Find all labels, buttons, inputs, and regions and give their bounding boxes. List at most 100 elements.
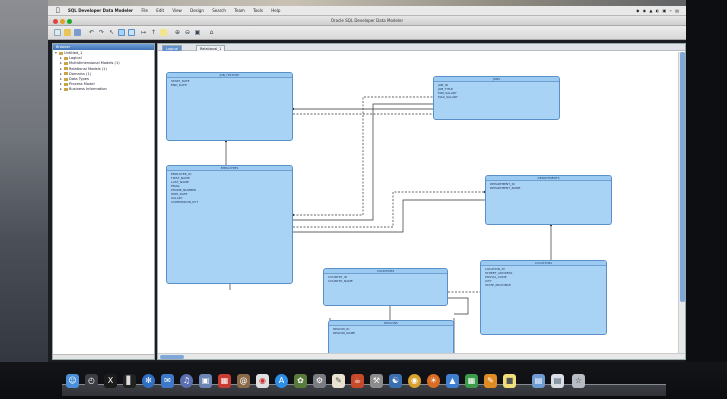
menu-file[interactable]: File xyxy=(141,8,148,13)
tree-item-label: Process Model xyxy=(69,82,95,87)
entity-attribute: DEPARTMENT_NAME xyxy=(490,186,521,190)
entity-locations[interactable]: LOCATIONS LOCATION_ID STREET_ADDRESS POS… xyxy=(480,260,607,335)
mac-dock: ☺ ◴ X ▋ ✻ ✉ ♫ ▣ ▦ @ ◉ A ✿ ⚙ ✎ ☕ ⚒ ☯ ◉ ☀ … xyxy=(62,372,666,396)
menubar-menus: SQL Developer Data Modeler File Edit Vie… xyxy=(68,6,287,16)
tab-logical[interactable]: Logical xyxy=(162,45,183,51)
safari-icon[interactable]: ✻ xyxy=(142,374,155,388)
folder-icon xyxy=(64,67,68,71)
x11-icon[interactable]: X xyxy=(104,374,117,388)
itunes-icon[interactable]: ♫ xyxy=(180,374,193,388)
window-title: Oracle SQL Developer Data Modeler xyxy=(330,18,404,23)
diagram-pane: Logical Relational_1 JOB_HISTORY START_D… xyxy=(157,43,686,360)
preview-icon[interactable]: ▣ xyxy=(199,374,212,388)
entity-attributes: DEPARTMENT_ID DEPARTMENT_NAME xyxy=(486,181,611,190)
new-view-icon[interactable] xyxy=(128,29,135,36)
entity-attributes: COUNTRY_ID COUNTRY_NAME xyxy=(324,274,447,283)
folder-icon xyxy=(64,87,68,91)
terminal-icon[interactable]: ▋ xyxy=(123,374,136,388)
keynote-icon[interactable]: ▲ xyxy=(446,374,459,388)
photo-icon[interactable]: ✿ xyxy=(294,374,307,388)
folder-icon[interactable]: ▤ xyxy=(532,374,545,388)
menu-design[interactable]: Design xyxy=(190,8,204,13)
tree-item-label: Data Types xyxy=(69,77,89,82)
entity-attribute: STATE_PROVINCE xyxy=(485,283,511,287)
menu-tools[interactable]: Tools xyxy=(253,8,263,13)
numbers-icon[interactable]: ▦ xyxy=(465,374,478,388)
menu-team[interactable]: Team xyxy=(234,8,245,13)
web-icon[interactable]: ☯ xyxy=(389,374,402,388)
menu-search[interactable]: Search xyxy=(212,8,226,13)
entity-attributes: LOCATION_ID STREET_ADDRESS POSTAL_CODE C… xyxy=(481,266,606,287)
relation-icon[interactable]: ↦ xyxy=(140,29,147,36)
redo-icon[interactable]: ↷ xyxy=(98,29,105,36)
dashboard-icon[interactable]: ◴ xyxy=(85,374,98,388)
main-toolbar: ↶ ↷ ↖ ↦ ↑ ⊕ ⊖ ▣ ⌂ xyxy=(48,26,686,40)
new-icon[interactable] xyxy=(54,29,61,36)
mail-icon[interactable]: ✉ xyxy=(161,374,174,388)
diagram-tab-bar: Logical Relational_1 xyxy=(158,44,685,51)
home-icon[interactable]: ⌂ xyxy=(208,29,215,36)
tab-relational[interactable]: Relational_1 xyxy=(196,45,226,51)
menu-view[interactable]: View xyxy=(172,8,182,13)
chrome-icon[interactable]: ◉ xyxy=(408,374,421,388)
desktop-background-right xyxy=(686,0,727,399)
system-prefs-icon[interactable]: ⚙ xyxy=(313,374,326,388)
inheritance-icon[interactable]: ↑ xyxy=(150,29,157,36)
menu-edit[interactable]: Edit xyxy=(156,8,164,13)
save-icon[interactable] xyxy=(74,29,81,36)
fit-icon[interactable]: ▣ xyxy=(194,29,201,36)
entity-jobs[interactable]: JOBS JOB_ID JOB_TITLE MIN_SALARY MAX_SAL… xyxy=(433,76,560,120)
entity-departments[interactable]: DEPARTMENTS DEPARTMENT_ID DEPARTMENT_NAM… xyxy=(485,175,612,225)
finder-icon[interactable]: ☺ xyxy=(66,374,79,388)
java-icon[interactable]: ☕ xyxy=(351,374,364,388)
stickies-icon[interactable]: ■ xyxy=(503,374,516,388)
relationship-line[interactable] xyxy=(293,96,433,216)
menu-help[interactable]: Help xyxy=(271,8,280,13)
relationship-line[interactable] xyxy=(293,191,485,228)
horizontal-scrollbar[interactable] xyxy=(158,353,685,359)
select-icon[interactable]: ↖ xyxy=(108,29,115,36)
folder-icon xyxy=(64,77,68,81)
folder-icon xyxy=(64,61,68,65)
note-icon[interactable] xyxy=(160,29,167,36)
entity-attributes: JOB_ID JOB_TITLE MIN_SALARY MAX_SALARY xyxy=(434,82,559,99)
entity-attribute: REGION_NAME xyxy=(333,331,356,335)
tree-item[interactable]: ▸ Business Information xyxy=(55,87,154,92)
entity-countries[interactable]: COUNTRIES COUNTRY_ID COUNTRY_NAME xyxy=(323,268,448,306)
entity-regions[interactable]: REGIONS REGION_ID REGION_NAME xyxy=(328,320,454,356)
entity-attribute: COUNTRY_NAME xyxy=(328,279,353,283)
entity-employees[interactable]: EMPLOYEES EMPLOYEE_ID FIRST_NAME LAST_NA… xyxy=(166,165,293,284)
scrollbar-thumb[interactable] xyxy=(160,355,184,359)
ical-icon[interactable]: ◉ xyxy=(256,374,269,388)
undo-icon[interactable]: ↶ xyxy=(88,29,95,36)
zoom-in-icon[interactable]: ⊕ xyxy=(174,29,181,36)
vertical-scrollbar[interactable] xyxy=(678,52,685,353)
textedit-icon[interactable]: ✎ xyxy=(332,374,345,388)
app-menu[interactable]: SQL Developer Data Modeler xyxy=(68,8,133,13)
trash-icon[interactable]: ☆ xyxy=(572,374,585,388)
diagram-canvas[interactable]: JOB_HISTORY START_DATE END_DATE JOBS JOB… xyxy=(158,52,678,356)
tree-item-label: Relational Models (1) xyxy=(69,66,107,71)
menubar-status-icons[interactable]: ◆ ◉ ▲ ◐ ▣ ⌁ ▤ xyxy=(636,6,680,16)
open-icon[interactable] xyxy=(64,29,71,36)
app-store-icon[interactable]: A xyxy=(275,374,288,388)
pages-icon[interactable]: ✎ xyxy=(484,374,497,388)
new-entity-icon[interactable] xyxy=(118,29,125,36)
entity-job-history[interactable]: JOB_HISTORY START_DATE END_DATE xyxy=(166,72,293,141)
folder-icon xyxy=(64,56,68,60)
design-icon xyxy=(59,51,63,55)
utility-icon[interactable]: ⚒ xyxy=(370,374,383,388)
apple-menu-icon[interactable]:  xyxy=(56,6,60,16)
address-book-icon[interactable]: @ xyxy=(237,374,250,388)
tree-item-label: Untitled_1 xyxy=(64,51,83,55)
calendar-icon[interactable]: ▦ xyxy=(218,374,231,388)
zoom-out-icon[interactable]: ⊖ xyxy=(184,29,191,36)
entity-attributes: REGION_ID REGION_NAME xyxy=(329,326,453,335)
tree-item-label: Logical xyxy=(69,56,82,61)
relationship-line[interactable] xyxy=(448,297,469,315)
scrollbar-thumb[interactable] xyxy=(680,52,685,302)
tree-item-label: Business Information xyxy=(69,87,107,92)
documents-icon[interactable]: ▤ xyxy=(551,374,564,388)
window-titlebar: Oracle SQL Developer Data Modeler xyxy=(48,16,686,26)
firefox-icon[interactable]: ☀ xyxy=(427,374,440,388)
